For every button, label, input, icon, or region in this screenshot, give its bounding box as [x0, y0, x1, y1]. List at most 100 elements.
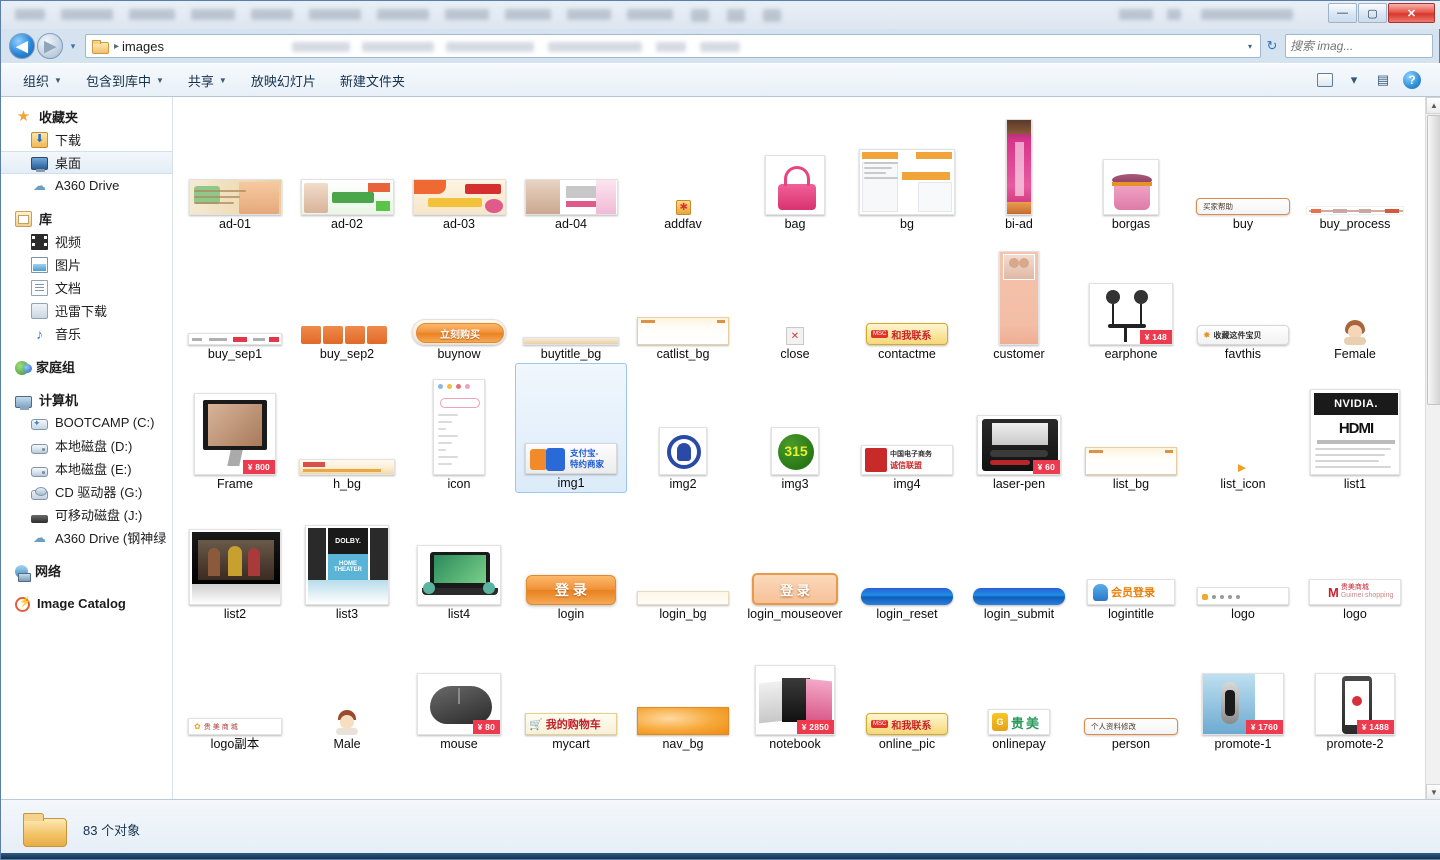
- file-item-earphone[interactable]: ¥ 148 earphone: [1075, 233, 1187, 363]
- file-item-logintitle[interactable]: 会员登录 logintitle: [1075, 493, 1187, 623]
- sidebar-item-A360 Drive[interactable]: ☁ A360 Drive: [1, 174, 172, 197]
- file-item-mouse[interactable]: ¥ 80 mouse: [403, 623, 515, 753]
- file-item-catlist_bg[interactable]: catlist_bg: [627, 233, 739, 363]
- sidebar-group-收藏夹[interactable]: ★ 收藏夹: [1, 105, 172, 128]
- file-item-person[interactable]: 个人资料修改 person: [1075, 623, 1187, 753]
- file-item-bag[interactable]: bag: [739, 103, 851, 233]
- file-item-login[interactable]: 登 录 login: [515, 493, 627, 623]
- file-item-img4[interactable]: 中国电子商务 诚信联盟 img4: [851, 363, 963, 493]
- file-item-img1[interactable]: 支付宝- 特约商家 img1: [515, 363, 627, 493]
- file-item-reg_line[interactable]: reg_line: [627, 753, 739, 801]
- file-item-buy_sep1[interactable]: buy_sep1: [179, 233, 291, 363]
- sidebar-item-视频[interactable]: 视频: [1, 230, 172, 253]
- sidebar-group-网络[interactable]: 网络: [1, 559, 172, 582]
- file-item-notebook[interactable]: ¥ 2850 notebook: [739, 623, 851, 753]
- file-item-Female[interactable]: Female: [1299, 233, 1411, 363]
- file-item-reg[interactable]: 注册&认证reg: [403, 753, 515, 801]
- navigation-pane[interactable]: ★ 收藏夹下载桌面 ☁ A360 Drive 库视频图片文档迅雷下载 ♪ 音乐家庭组计算机 B…: [1, 97, 173, 801]
- sidebar-item-迅雷下载[interactable]: 迅雷下载: [1, 299, 172, 322]
- file-item-img3[interactable]: 315 img3: [739, 363, 851, 493]
- file-grid[interactable]: ad-01 ad-02 ad-03 ad-04 ✱ addfav bag bg bi-ad bor…: [173, 97, 1425, 801]
- sidebar-item-文档[interactable]: 文档: [1, 276, 172, 299]
- file-item-Male[interactable]: Male: [291, 623, 403, 753]
- file-item-logo副本[interactable]: ✿ 贵美商城 logo副本: [179, 623, 291, 753]
- file-item-ad-03[interactable]: ad-03: [403, 103, 515, 233]
- toolbar-item-new-folder[interactable]: 新建文件夹: [328, 67, 417, 94]
- file-item-registernow[interactable]: 现在就注册registernow: [963, 753, 1075, 801]
- file-item-buy_process[interactable]: buy_process: [1299, 103, 1411, 233]
- file-item-promote-2[interactable]: ¥ 1488 promote-2: [1299, 623, 1411, 753]
- file-item-sale[interactable]: 卖家帮助sale: [1187, 753, 1299, 801]
- file-item-online_pic[interactable]: MSC 和我联系 online_pic: [851, 623, 963, 753]
- minimize-button[interactable]: —: [1328, 3, 1357, 23]
- file-item-login_bg[interactable]: login_bg: [627, 493, 739, 623]
- toolbar-item-slideshow[interactable]: 放映幻灯片: [239, 67, 328, 94]
- file-item-sale_step[interactable]: sale_step: [1299, 753, 1411, 801]
- sidebar-item-可移动磁盘 (J:)[interactable]: 可移动磁盘 (J:): [1, 503, 172, 526]
- file-item-reg_bg[interactable]: reg_bg: [515, 753, 627, 801]
- sidebar-item-CD 驱动器 (G:)[interactable]: CD 驱动器 (G:): [1, 480, 172, 503]
- file-item-logo[interactable]: logo: [1187, 493, 1299, 623]
- sidebar-item-本地磁盘 (E:)[interactable]: 本地磁盘 (E:): [1, 457, 172, 480]
- preview-pane-button[interactable]: ▤: [1370, 69, 1396, 91]
- file-item-img2[interactable]: img2: [627, 363, 739, 493]
- sidebar-item-本地磁盘 (D:)[interactable]: 本地磁盘 (D:): [1, 434, 172, 457]
- file-item-buy[interactable]: 买家帮助 buy: [1187, 103, 1299, 233]
- sidebar-group-家庭组[interactable]: 家庭组: [1, 355, 172, 378]
- file-list-pane[interactable]: ad-01 ad-02 ad-03 ad-04 ✱ addfav bag bg bi-ad bor…: [173, 97, 1440, 801]
- file-item-contactme[interactable]: MSC 和我联系 contactme: [851, 233, 963, 363]
- sidebar-item-A360 Drive (钢神绿[interactable]: ☁ A360 Drive (钢神绿: [1, 526, 172, 549]
- file-item-list_bg[interactable]: list_bg: [1075, 363, 1187, 493]
- refresh-button[interactable]: ↻: [1261, 34, 1283, 58]
- file-item-ad-04[interactable]: ad-04: [515, 103, 627, 233]
- file-item-customer[interactable]: customer: [963, 233, 1075, 363]
- sidebar-group-库[interactable]: 库: [1, 207, 172, 230]
- file-item-reset[interactable]: 重填reset: [1075, 753, 1187, 801]
- search-box[interactable]: 🔍: [1285, 34, 1440, 58]
- file-item-laser-pen[interactable]: ¥ 60 laser-pen: [963, 363, 1075, 493]
- sidebar-item-BOOTCAMP (C:)[interactable]: BOOTCAMP (C:): [1, 411, 172, 434]
- file-item-favthis[interactable]: ✸ 收藏这件宝贝 favthis: [1187, 233, 1299, 363]
- file-item-bi-ad[interactable]: bi-ad: [963, 103, 1075, 233]
- sidebar-group-计算机[interactable]: 计算机: [1, 388, 172, 411]
- vertical-scrollbar[interactable]: ▲ ▼: [1425, 97, 1440, 801]
- sidebar-item-音乐[interactable]: ♪ 音乐: [1, 322, 172, 345]
- file-item-read[interactable]: read: [291, 753, 403, 801]
- close-button[interactable]: ✕: [1388, 3, 1435, 23]
- file-item-nav_bg[interactable]: nav_bg: [627, 623, 739, 753]
- file-item-h_bg[interactable]: h_bg: [291, 363, 403, 493]
- file-item-list1[interactable]: NVIDIA. HDMI list1: [1299, 363, 1411, 493]
- toolbar-item-share[interactable]: 共享 ▼: [176, 67, 239, 94]
- file-item-list2[interactable]: list2: [179, 493, 291, 623]
- file-item-bg[interactable]: bg: [851, 103, 963, 233]
- file-item-logo[interactable]: M 贵美商城 Guimei shopping logo: [1299, 493, 1411, 623]
- file-item-login_reset[interactable]: login_reset: [851, 493, 963, 623]
- file-item-mycart[interactable]: 🛒 我的购物车 mycart: [515, 623, 627, 753]
- file-item-close[interactable]: ✕ close: [739, 233, 851, 363]
- file-item-buytitle_bg[interactable]: buytitle_bg: [515, 233, 627, 363]
- scrollbar-thumb[interactable]: [1427, 115, 1440, 405]
- sidebar-item-下载[interactable]: 下载: [1, 128, 172, 151]
- view-dropdown[interactable]: ▾: [1341, 69, 1367, 91]
- toolbar-item-include-in-library[interactable]: 包含到库中 ▼: [74, 67, 176, 94]
- file-item-list_icon[interactable]: ▶ list_icon: [1187, 363, 1299, 493]
- window-controls[interactable]: — ▢ ✕: [1328, 3, 1435, 23]
- back-button[interactable]: ◀: [9, 33, 35, 59]
- forward-button[interactable]: ▶: [37, 33, 63, 59]
- file-item-icon[interactable]: icon: [403, 363, 515, 493]
- sidebar-group-Image Catalog[interactable]: Image Catalog: [1, 592, 172, 615]
- toolbar-item-organize[interactable]: 组织 ▼: [11, 67, 74, 94]
- breadcrumb-current[interactable]: images: [122, 39, 164, 54]
- file-item-buy_sep2[interactable]: buy_sep2: [291, 233, 403, 363]
- file-item-login_submit[interactable]: login_submit: [963, 493, 1075, 623]
- file-item-promote-1[interactable]: ¥ 1760 promote-1: [1187, 623, 1299, 753]
- breadcrumb[interactable]: ▸ images ▾: [85, 34, 1261, 58]
- scroll-up-button[interactable]: ▲: [1426, 97, 1440, 114]
- change-view-button[interactable]: [1312, 69, 1338, 91]
- address-dropdown-icon[interactable]: ▾: [1242, 35, 1258, 57]
- file-item-ad-01[interactable]: ad-01: [179, 103, 291, 233]
- file-item-list3[interactable]: DOLBY. HOME THEATER list3: [291, 493, 403, 623]
- file-item-addfav[interactable]: ✱ addfav: [627, 103, 739, 233]
- file-item-register[interactable]: 注册会员register: [851, 753, 963, 801]
- file-item-promote-3[interactable]: ¥ 2499promote-3: [179, 753, 291, 801]
